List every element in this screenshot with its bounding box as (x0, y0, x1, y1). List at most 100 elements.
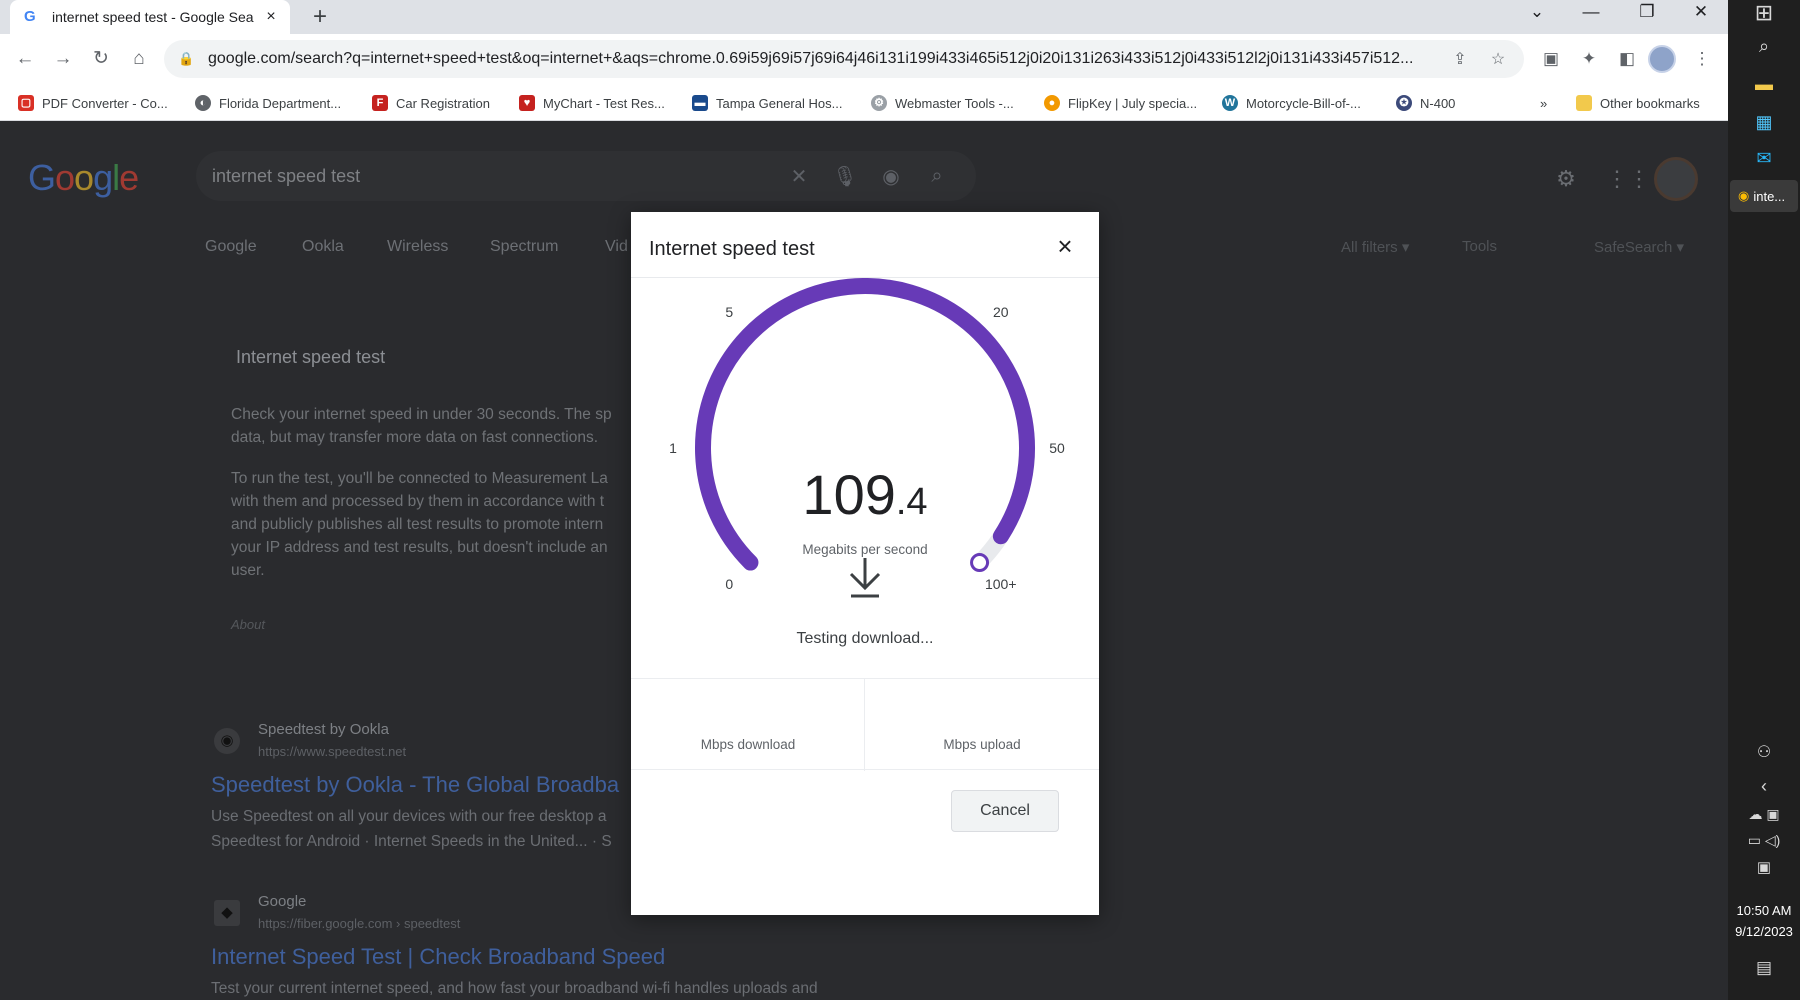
search-icon[interactable]: ⌕ (914, 165, 960, 188)
extension-k-icon[interactable]: ▣ (1536, 44, 1566, 74)
tab-search-icon[interactable]: ⌄ (1514, 0, 1560, 28)
battery-volume-icons[interactable]: ▭ ◁) (1728, 832, 1800, 849)
cancel-button[interactable]: Cancel (951, 790, 1059, 832)
kp-text-line: with them and processed by them in accor… (231, 493, 605, 510)
gauge-tick-label: 0 (725, 576, 733, 592)
folder-icon (1576, 95, 1592, 111)
side-panel-icon[interactable]: ◧ (1612, 44, 1642, 74)
share-icon[interactable]: ⇪ (1448, 49, 1472, 69)
filter-chip[interactable]: Google (205, 238, 257, 256)
bookmark-star-icon[interactable]: ☆ (1486, 49, 1510, 69)
bookmark-item[interactable]: ▬ Tampa General Hos... (692, 92, 842, 114)
google-logo[interactable]: Google (28, 157, 139, 199)
tools-button[interactable]: Tools (1462, 238, 1497, 255)
home-button[interactable]: ⌂ (124, 44, 154, 74)
notifications-icon[interactable]: ▤ (1728, 958, 1800, 978)
display-icon[interactable]: ▣ (1728, 858, 1800, 876)
close-icon[interactable]: × (1051, 232, 1079, 260)
restore-button[interactable]: ❐ (1624, 0, 1670, 28)
pdf-icon: ▢ (18, 95, 34, 111)
windows-start-icon[interactable]: ⊞ (1728, 0, 1800, 26)
result-title-link[interactable]: Internet Speed Test | Check Broadband Sp… (211, 944, 665, 970)
browser-menu-icon[interactable]: ⋮ (1687, 44, 1717, 74)
hospital-icon: ▬ (692, 95, 708, 111)
speed-value: 109.4 (802, 463, 928, 526)
chrome-icon: ◉ (1738, 188, 1750, 203)
result-description: Use Speedtest on all your devices with o… (211, 808, 607, 825)
safesearch-button[interactable]: SafeSearch ▾ (1594, 238, 1684, 256)
address-bar[interactable]: 🔒 google.com/search?q=internet+speed+tes… (164, 40, 1524, 78)
tray-icons[interactable]: ☁ ▣ (1728, 806, 1800, 823)
all-filters-button[interactable]: All filters ▾ (1341, 238, 1409, 256)
reload-button[interactable]: ↻ (86, 44, 116, 74)
result-url: https://www.speedtest.net (258, 744, 407, 759)
profile-avatar[interactable] (1648, 45, 1676, 73)
mychart-icon: ♥ (519, 95, 535, 111)
bookmark-item[interactable]: ♥ MyChart - Test Res... (519, 92, 665, 114)
speed-unit: Megabits per second (802, 542, 928, 557)
search-input[interactable]: internet speed test ✕ 🎙 ◉ ⌕ (196, 151, 976, 201)
upload-result: Mbps upload (865, 679, 1099, 771)
upload-label: Mbps upload (943, 737, 1021, 752)
tab-close-icon[interactable]: × (262, 8, 280, 26)
back-button[interactable]: ← (10, 44, 40, 74)
clear-icon[interactable]: ✕ (776, 164, 822, 189)
result-url: https://fiber.google.com › speedtest (258, 916, 461, 931)
result-title-link[interactable]: Speedtest by Ookla - The Global Broadba (211, 772, 619, 798)
taskbar-clock[interactable]: 10:50 AM 9/12/2023 (1728, 900, 1800, 942)
close-window-button[interactable]: ✕ (1678, 0, 1724, 28)
store-icon[interactable]: ▦ (1728, 112, 1800, 133)
results-row: Mbps download Mbps upload (631, 678, 1099, 771)
tab-google-search[interactable]: G internet speed test - Google Sea × (10, 0, 290, 34)
bookmark-item[interactable]: ▢ PDF Converter - Co... (18, 92, 168, 114)
about-link[interactable]: About (231, 617, 265, 632)
speed-gauge: 015102050100+ 109.4 Megabits per second … (631, 248, 1099, 678)
file-explorer-icon[interactable]: ▬ (1728, 74, 1800, 95)
filter-chip[interactable]: Ookla (302, 238, 344, 256)
globe-icon: ◐ (195, 95, 211, 111)
apps-grid-icon[interactable]: ⋮⋮ (1606, 165, 1650, 193)
dialog-header: Internet speed test × (631, 212, 1099, 278)
kp-text-line: user. (231, 562, 265, 579)
browser-window: G internet speed test - Google Sea × + ⌄… (0, 0, 1728, 121)
minimize-button[interactable]: — (1568, 0, 1614, 28)
result-site-name: Speedtest by Ookla (258, 721, 389, 738)
account-avatar[interactable] (1654, 157, 1698, 201)
new-tab-button[interactable]: + (306, 3, 334, 31)
extensions-puzzle-icon[interactable]: ✦ (1574, 44, 1604, 74)
gauge-tick-label: 100+ (985, 576, 1017, 592)
kp-text-line: data, but may transfer more data on fast… (231, 429, 599, 446)
gauge-tick-label: 5 (725, 304, 733, 320)
bookmark-item[interactable]: ◐ Florida Department... (195, 92, 341, 114)
bookmark-item[interactable]: F Car Registration (372, 92, 490, 114)
download-arrow-icon (849, 558, 881, 598)
mail-icon[interactable]: ✉ (1728, 148, 1800, 169)
search-icon[interactable]: ⌕ (1728, 36, 1800, 57)
bookmark-item[interactable]: ✪ N-400 (1396, 92, 1455, 114)
chevron-left-icon[interactable]: ‹ (1728, 776, 1800, 797)
forward-button[interactable]: → (48, 44, 78, 74)
other-bookmarks[interactable]: Other bookmarks (1576, 92, 1700, 114)
windows-taskbar: ⊞ ⌕ ▬ ▦ ✉ ◉ inte... ⚇ ‹ ☁ ▣ ▭ ◁) ▣ 10:50 … (1728, 0, 1800, 1000)
webmaster-icon: ⚙ (871, 95, 887, 111)
filter-chip[interactable]: Wireless (387, 238, 448, 256)
url-text[interactable]: google.com/search?q=internet+speed+test&… (208, 50, 1434, 68)
lock-icon[interactable]: 🔒 (178, 51, 194, 67)
bookmarks-overflow-button[interactable]: » (1540, 92, 1547, 114)
kp-text-line: and publicly publishes all test results … (231, 516, 604, 533)
settings-gear-icon[interactable]: ⚙ (1552, 165, 1580, 193)
microphone-icon[interactable]: 🎙 (822, 164, 868, 189)
bookmark-item[interactable]: W Motorcycle-Bill-of-... (1222, 92, 1361, 114)
people-icon[interactable]: ⚇ (1728, 742, 1800, 762)
knowledge-panel-title: Internet speed test (236, 347, 386, 367)
speed-test-dialog: Internet speed test × 015102050100+ 109.… (631, 212, 1099, 915)
bookmark-item[interactable]: ⚙ Webmaster Tools -... (871, 92, 1014, 114)
taskbar-chrome-app[interactable]: ◉ inte... (1730, 180, 1798, 212)
bookmark-item[interactable]: ● FlipKey | July specia... (1044, 92, 1197, 114)
filter-chip[interactable]: Spectrum (490, 238, 558, 256)
lens-icon[interactable]: ◉ (868, 164, 914, 189)
filter-chip[interactable]: Vid (605, 238, 628, 256)
bookmarks-bar: ▢ PDF Converter - Co... ◐ Florida Departme… (0, 84, 1728, 121)
search-query[interactable]: internet speed test (212, 166, 776, 187)
result-site-name: Google (258, 893, 307, 910)
